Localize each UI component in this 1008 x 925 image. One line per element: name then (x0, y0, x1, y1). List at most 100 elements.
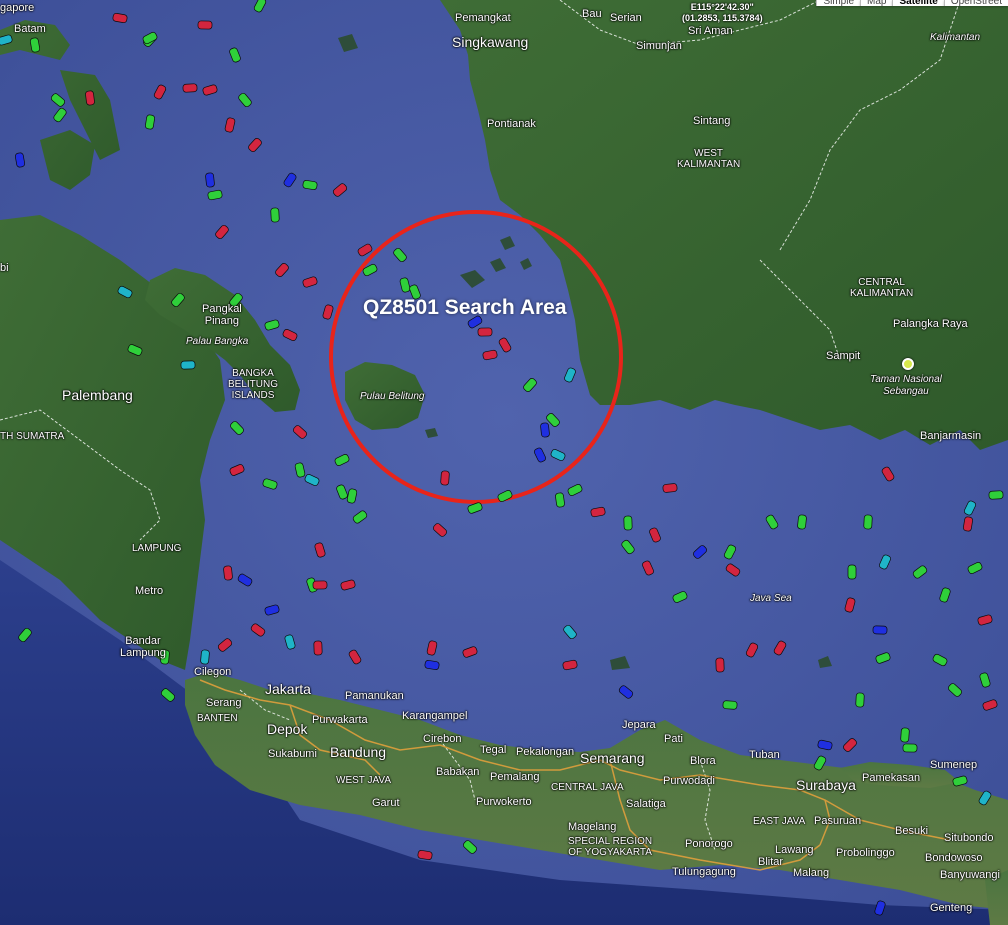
region-central-java: CENTRAL JAVA (551, 782, 624, 793)
vessel-marker-icon[interactable] (847, 564, 857, 580)
place-blitar: Blitar (758, 856, 784, 868)
vessel-marker-icon[interactable] (312, 580, 328, 590)
place-pemangkat: Pemangkat (455, 12, 511, 24)
place-cirebon: Cirebon (423, 733, 462, 745)
vessel-marker-icon[interactable] (797, 514, 807, 530)
place-blora: Blora (690, 755, 716, 767)
vessel-marker-icon[interactable] (722, 700, 738, 710)
sea-java-sea: Java Sea (750, 593, 792, 604)
place-pontianak: Pontianak (487, 118, 536, 130)
place-purwakarta: Purwakarta (312, 714, 368, 726)
place-magelang: Magelang (568, 821, 617, 833)
place-palau-bangka: Palau Bangka (186, 336, 249, 347)
satellite-map[interactable] (0, 0, 1008, 925)
place-bondowoso: Bondowoso (925, 852, 983, 864)
place-pamekasan: Pamekasan (862, 772, 921, 784)
place-serang: Serang (206, 697, 242, 709)
place-malang: Malang (793, 867, 830, 879)
vessel-marker-icon[interactable] (205, 172, 215, 188)
region-east-java: EAST JAVA (753, 816, 806, 827)
region-west-java: WEST JAVA (336, 775, 392, 786)
place-salatiga: Salatiga (626, 798, 666, 810)
place-situbondo: Situbondo (944, 832, 994, 844)
vessel-marker-icon[interactable] (85, 90, 95, 106)
region-west-kalimantan: WEST KALIMANTAN (677, 148, 741, 170)
region-yogyakarta: SPECIAL REGION OF YOGYAKARTA (568, 836, 653, 858)
place-batam: Batam (14, 23, 46, 35)
place-genteng: Genteng (930, 902, 973, 914)
map-type-openstreet[interactable]: OpenStreet (943, 0, 1008, 6)
place-singapore: gapore (0, 2, 35, 14)
place-purwodadi: Purwodadi (663, 775, 715, 787)
vessel-marker-icon[interactable] (540, 422, 550, 438)
place-jambi: bi (0, 262, 9, 274)
place-surabaya: Surabaya (796, 777, 856, 793)
place-sumenep: Sumenep (930, 759, 978, 771)
place-pamanukan: Pamanukan (345, 690, 404, 702)
region-banten: BANTEN (197, 713, 238, 724)
coordinate-readout: E115°22'42.30" (01.2853, 115.3784) (682, 2, 763, 23)
place-babakan: Babakan (436, 766, 480, 778)
region-lampung: LAMPUNG (132, 543, 182, 554)
vessel-marker-icon[interactable] (715, 657, 725, 673)
place-singkawang: Singkawang (452, 34, 529, 50)
place-tegal: Tegal (480, 744, 507, 756)
vessel-marker-icon[interactable] (313, 640, 323, 656)
vessel-marker-icon[interactable] (872, 625, 888, 635)
vessel-marker-icon[interactable] (200, 649, 210, 665)
place-sri-aman: Sri Aman (688, 25, 733, 37)
place-cilegon: Cilegon (194, 666, 232, 678)
place-garut: Garut (372, 797, 400, 809)
place-pati: Pati (664, 733, 683, 745)
place-besuki: Besuki (895, 825, 929, 837)
place-depok: Depok (267, 721, 308, 737)
vessel-marker-icon[interactable] (863, 514, 873, 530)
vessel-marker-icon[interactable] (662, 483, 678, 493)
place-ponorogo: Ponorogo (685, 838, 733, 850)
place-palembang: Palembang (62, 387, 133, 403)
map-type-simple[interactable]: Simple (816, 0, 861, 6)
place-karangampel: Karangampel (402, 710, 468, 722)
vessel-marker-icon[interactable] (555, 492, 565, 508)
place-pulau-belitung: Pulau Belitung (360, 391, 425, 402)
place-kalimantan: Kalimantan (930, 32, 981, 43)
place-jakarta: Jakarta (265, 681, 311, 697)
vessel-marker-icon[interactable] (902, 743, 918, 753)
place-serian: Serian (610, 12, 642, 24)
place-palangka-raya: Palangka Raya (893, 318, 968, 330)
place-metro: Metro (135, 585, 164, 597)
vessel-marker-icon[interactable] (223, 565, 233, 581)
place-jepara: Jepara (622, 719, 656, 731)
place-sukabumi: Sukabumi (268, 748, 317, 760)
vessel-marker-icon[interactable] (270, 207, 280, 223)
vessel-marker-icon[interactable] (180, 360, 196, 370)
vessel-marker-icon[interactable] (477, 327, 493, 337)
place-tuban: Tuban (749, 749, 780, 761)
place-purwokerto: Purwokerto (476, 796, 532, 808)
region-bangka-belitung: BANGKA BELITUNG ISLANDS (228, 368, 279, 401)
vessel-marker-icon[interactable] (623, 515, 633, 531)
vessel-marker-icon[interactable] (440, 470, 450, 486)
place-sampit: Sampit (826, 350, 861, 362)
search-area-title: QZ8501 Search Area (363, 296, 567, 319)
map-type-satellite[interactable]: Satellite (892, 0, 944, 6)
place-bau: Bau (582, 8, 602, 20)
place-pemalang: Pemalang (490, 771, 540, 783)
place-pekalongan: Pekalongan (516, 746, 575, 758)
place-simunjan: Simunjan (636, 40, 682, 52)
map-type-control[interactable]: Simple Map Satellite OpenStreet (816, 0, 1008, 6)
place-sintang: Sintang (693, 115, 731, 127)
place-semarang: Semarang (580, 750, 645, 766)
vessel-marker-icon[interactable] (182, 83, 198, 93)
vessel-marker-icon[interactable] (197, 20, 213, 30)
vessel-marker-icon[interactable] (988, 490, 1004, 500)
park-marker-icon[interactable] (902, 358, 914, 370)
place-banjarmasin: Banjarmasin (920, 430, 982, 442)
place-bandung: Bandung (330, 744, 387, 760)
place-pasuruan: Pasuruan (814, 815, 862, 827)
map-type-map[interactable]: Map (860, 0, 893, 6)
vessel-marker-icon[interactable] (855, 692, 865, 708)
vessel-marker-icon[interactable] (900, 727, 910, 743)
region-central-kalimantan: CENTRAL KALIMANTAN (850, 277, 914, 299)
place-lawang: Lawang (775, 844, 814, 856)
